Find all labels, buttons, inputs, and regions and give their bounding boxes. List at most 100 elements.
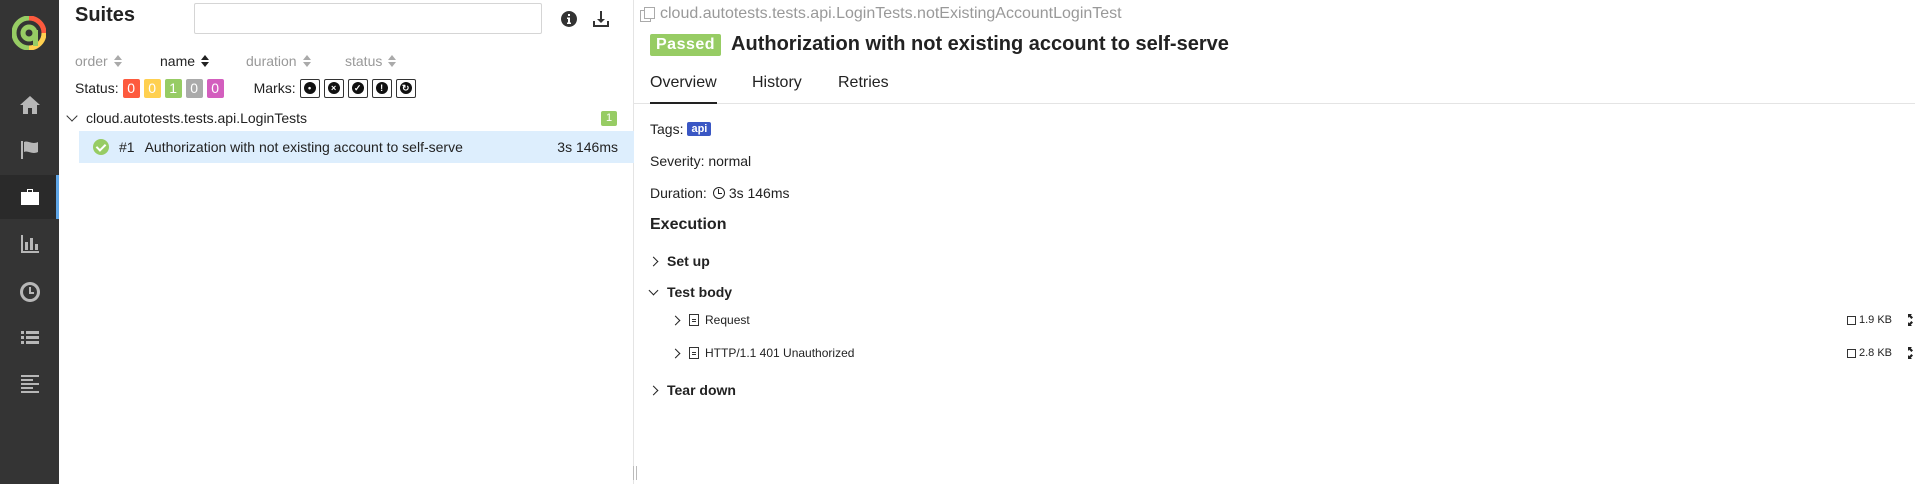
search-input[interactable] — [194, 3, 542, 34]
duration-row: Duration: 3s 146ms — [650, 185, 790, 201]
test-details-pane: cloud.autotests.tests.api.LoginTests.not… — [634, 0, 1915, 484]
copy-icon[interactable] — [640, 7, 655, 22]
sort-name[interactable]: name — [160, 52, 246, 70]
status-badge: Passed — [650, 33, 722, 56]
step-label: Set up — [667, 253, 710, 269]
save-icon — [1846, 348, 1856, 358]
download-icon — [593, 11, 609, 27]
severity-row: Severity: normal — [650, 153, 752, 169]
attachment-row[interactable]: Request 1.9 KB — [670, 313, 1915, 327]
status-filter-broken[interactable]: 0 — [143, 78, 161, 98]
test-name: Authorization with not existing account … — [144, 139, 463, 155]
passed-icon — [93, 139, 109, 155]
tab-bar: Overview History Retries — [634, 68, 1915, 104]
expand-icon — [1908, 314, 1915, 326]
nav-behaviors[interactable] — [0, 316, 59, 360]
briefcase-icon — [20, 189, 39, 205]
nav-suites[interactable] — [0, 175, 59, 219]
execution-heading: Execution — [650, 216, 727, 233]
chevron-right-icon — [648, 385, 659, 395]
attachment-name: HTTP/1.1 401 Unauthorized — [705, 346, 855, 360]
pane-resize-handle[interactable] — [633, 466, 637, 480]
step-setup[interactable]: Set up — [648, 253, 710, 269]
sort-arrows-icon — [113, 55, 122, 67]
tab-retries[interactable]: Retries — [838, 74, 889, 104]
suites-pane: Suites order name duration status Status… — [59, 0, 634, 484]
sort-status[interactable]: status — [345, 52, 397, 70]
tab-history[interactable]: History — [752, 74, 802, 104]
nav-graphs[interactable] — [0, 222, 59, 266]
attachment-name: Request — [705, 313, 750, 327]
attachment-size-text: 1.9 KB — [1858, 314, 1892, 326]
nav-overview[interactable] — [0, 83, 59, 127]
sort-arrows-icon — [302, 55, 311, 67]
info-icon — [561, 11, 578, 27]
expand-icon — [1908, 347, 1915, 359]
marks-filter-label: Marks: — [253, 80, 296, 96]
mark-new-broken-button[interactable]: ! — [371, 78, 392, 98]
sort-order[interactable]: order — [75, 52, 160, 70]
clock-icon — [19, 282, 40, 302]
expand-button[interactable] — [1908, 347, 1915, 359]
sort-status-label: status — [345, 53, 383, 69]
list-icon — [20, 331, 39, 344]
page-title: Authorization with not existing account … — [731, 33, 1229, 55]
duration-value: 3s 146ms — [728, 185, 790, 201]
chevron-down-icon — [66, 109, 78, 122]
new-broken-icon: ! — [375, 81, 388, 94]
lines-icon — [20, 375, 39, 393]
status-filter-label: Status: — [75, 80, 119, 96]
attachment-size: 2.8 KB — [1846, 347, 1892, 359]
sort-duration[interactable]: duration — [246, 52, 345, 70]
test-path-text: cloud.autotests.tests.api.LoginTests.not… — [660, 5, 1122, 22]
nav-categories[interactable] — [0, 128, 59, 172]
info-button[interactable] — [560, 10, 578, 28]
chevron-right-icon — [648, 256, 659, 266]
sort-arrows-icon — [201, 55, 210, 67]
filter-bar: Status: 0 0 1 0 0 Marks: • × ✓ ! ↻ — [75, 78, 416, 98]
status-filter-passed[interactable]: 1 — [164, 78, 182, 98]
group-count-badge: 1 — [601, 111, 617, 126]
attachment-row[interactable]: HTTP/1.1 401 Unauthorized 2.8 KB — [670, 346, 1915, 360]
nav-timeline[interactable] — [0, 270, 59, 314]
sort-bar: order name duration status — [75, 52, 397, 70]
status-filter-failed[interactable]: 0 — [122, 78, 140, 98]
new-passed-icon: ✓ — [351, 81, 364, 94]
step-teardown[interactable]: Tear down — [648, 382, 736, 398]
step-label: Test body — [667, 284, 733, 300]
nav-packages[interactable] — [0, 361, 59, 405]
status-filter-unknown[interactable]: 0 — [206, 78, 224, 98]
chevron-right-icon — [670, 315, 681, 325]
clock-icon — [712, 187, 725, 199]
test-number: #1 — [119, 139, 135, 155]
status-filter-skipped[interactable]: 0 — [185, 78, 203, 98]
mark-new-failed-button[interactable]: × — [323, 78, 344, 98]
step-test-body[interactable]: Test body — [648, 284, 733, 300]
duration-label: Duration: — [650, 185, 707, 201]
download-button[interactable] — [592, 10, 610, 28]
mark-new-passed-button[interactable]: ✓ — [347, 78, 368, 98]
save-icon — [1846, 315, 1856, 325]
file-icon — [689, 314, 699, 326]
attachment-size: 1.9 KB — [1846, 314, 1892, 326]
tag-badge: api — [687, 122, 712, 136]
tree-group[interactable]: cloud.autotests.tests.api.LoginTests 1 — [59, 104, 634, 131]
test-row[interactable]: #1 Authorization with not existing accou… — [79, 131, 634, 163]
tab-overview[interactable]: Overview — [650, 74, 717, 104]
sort-name-label: name — [160, 53, 196, 69]
chevron-down-icon — [648, 285, 659, 295]
file-icon — [689, 347, 699, 359]
mark-retries-button[interactable]: ↻ — [395, 78, 416, 98]
sort-order-label: order — [75, 53, 108, 69]
test-duration: 3s 146ms — [557, 139, 618, 155]
tags-label: Tags: — [650, 121, 684, 137]
expand-button[interactable] — [1908, 314, 1915, 326]
flaky-icon: • — [303, 81, 316, 94]
chevron-right-icon — [670, 348, 681, 358]
mark-flaky-button[interactable]: • — [299, 78, 320, 98]
suites-tree: cloud.autotests.tests.api.LoginTests 1 #… — [59, 104, 634, 163]
home-icon — [19, 96, 40, 114]
attachment-size-text: 2.8 KB — [1858, 347, 1892, 359]
allure-logo[interactable] — [12, 16, 46, 50]
test-full-name[interactable]: cloud.autotests.tests.api.LoginTests.not… — [640, 5, 1122, 23]
